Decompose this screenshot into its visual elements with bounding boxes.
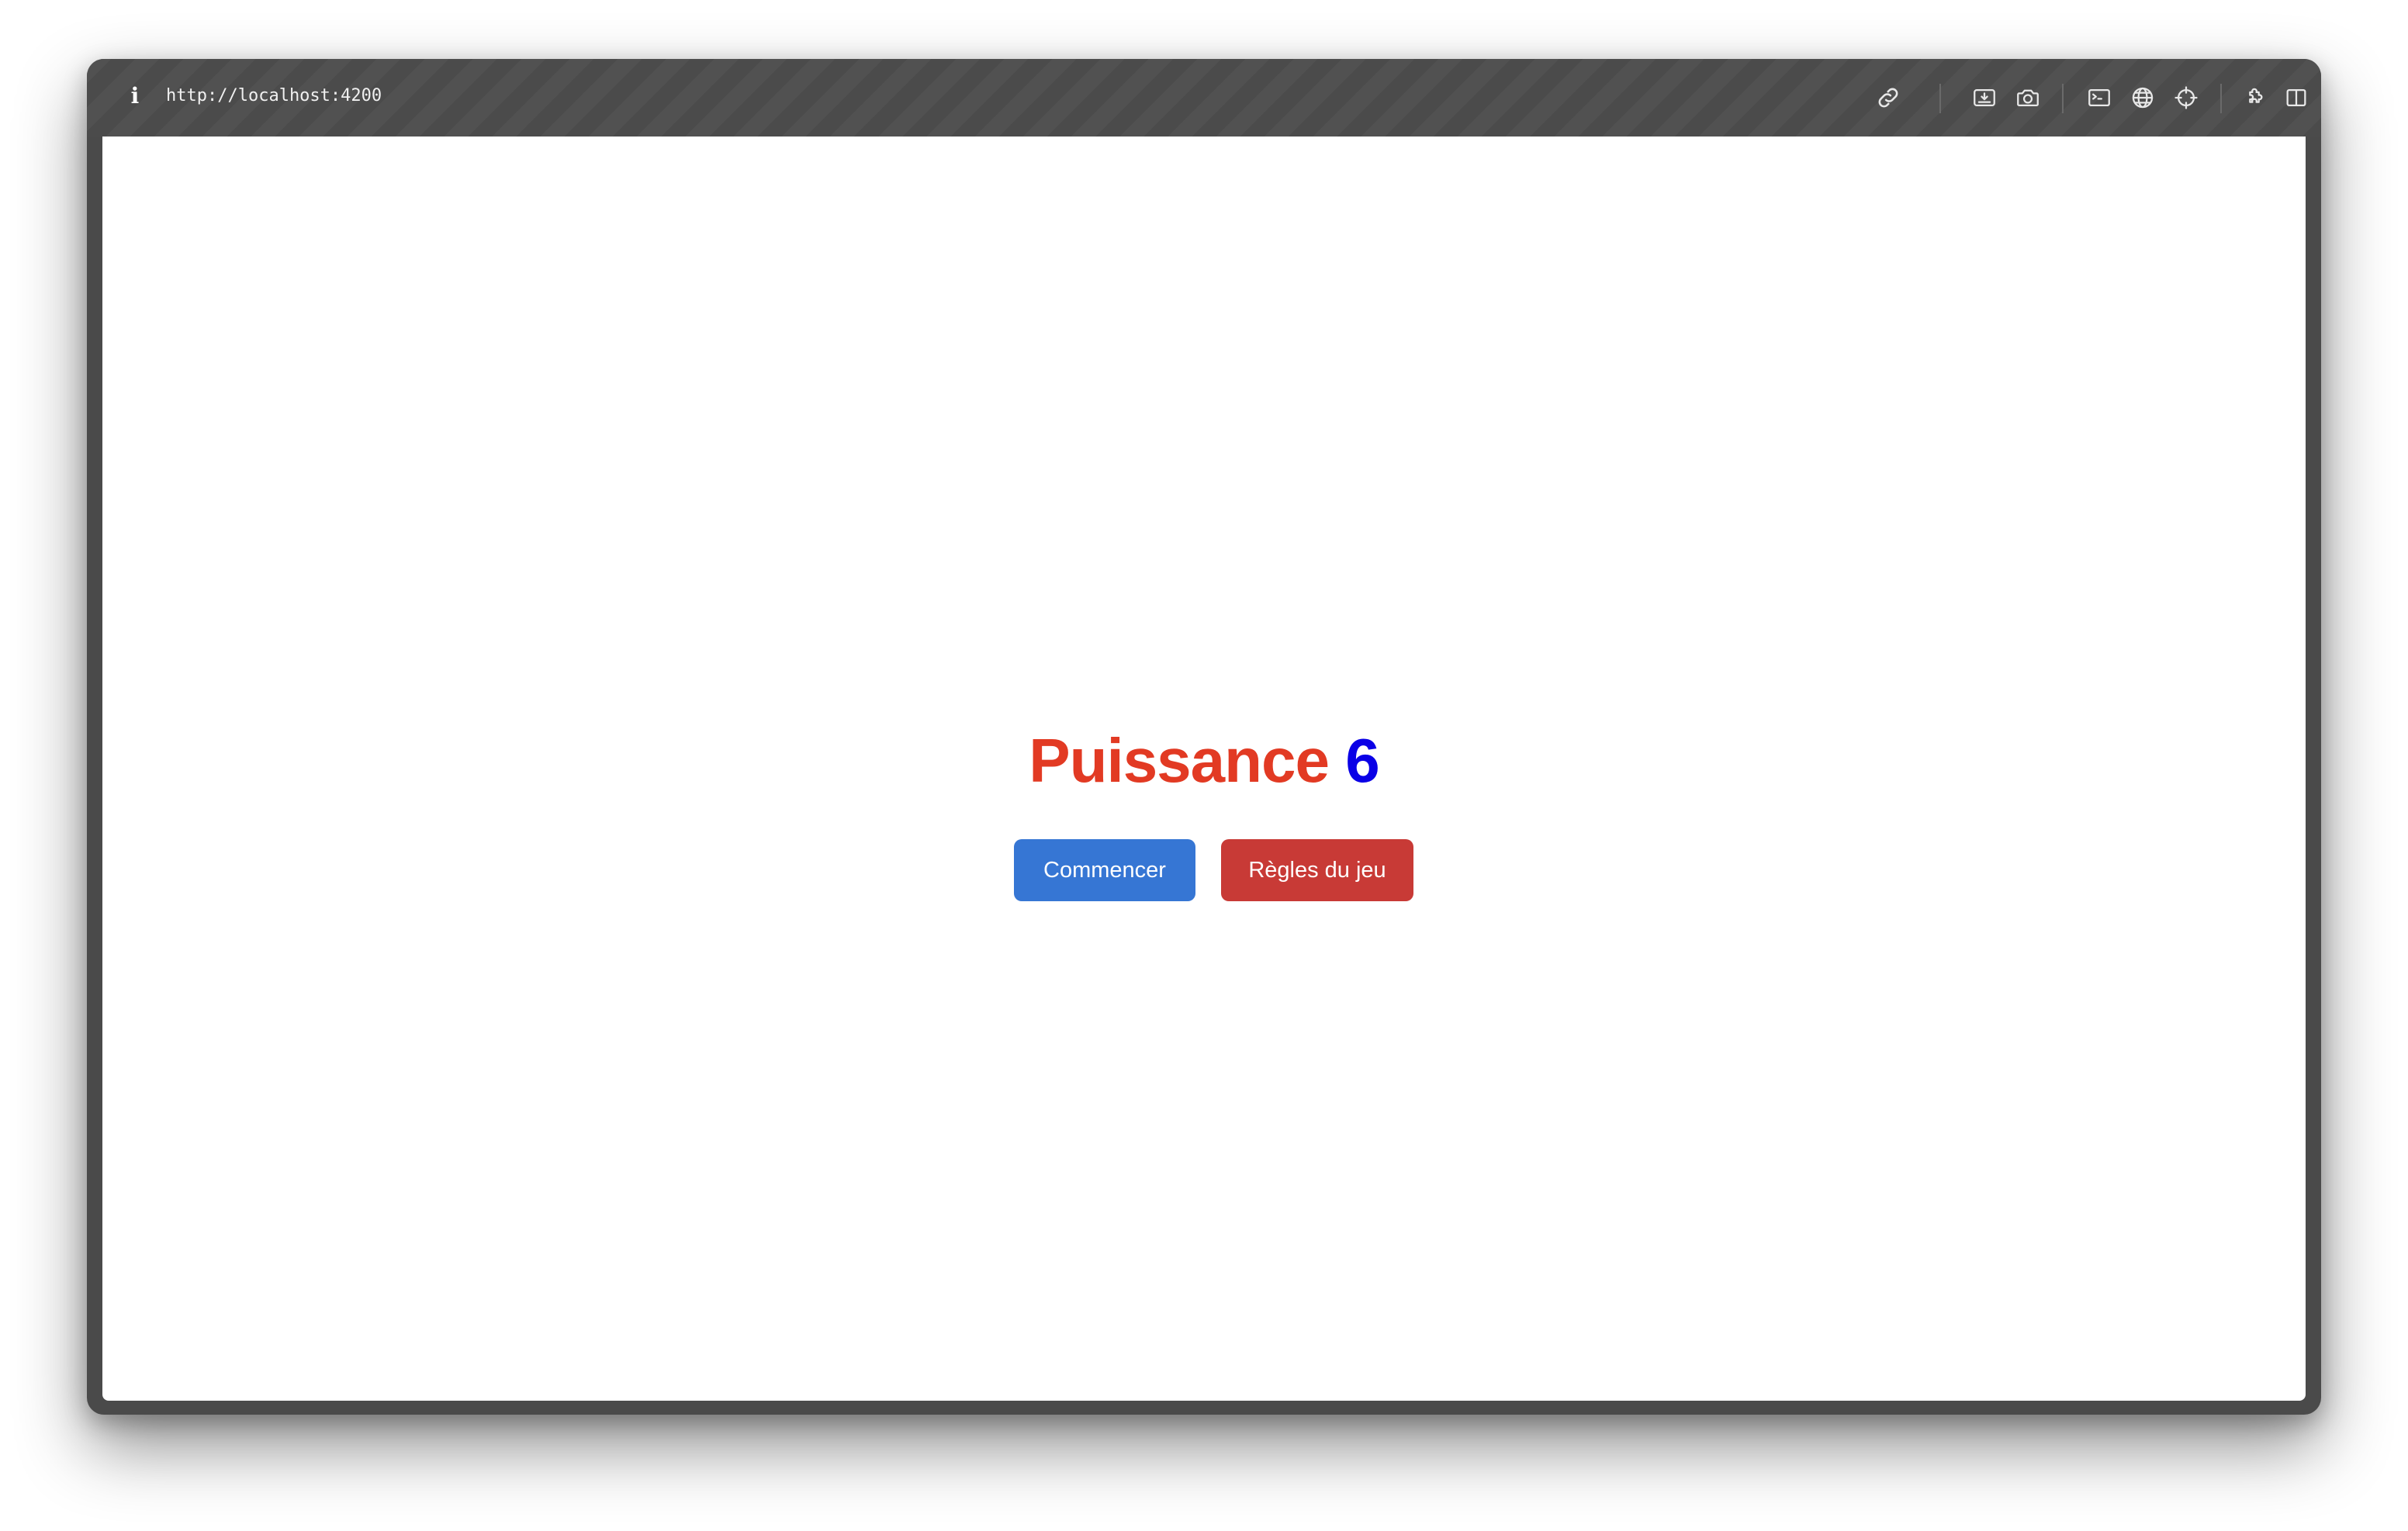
toolbar-divider	[2220, 84, 2222, 113]
toolbar-divider	[1939, 84, 1941, 113]
title-number: 6	[1345, 726, 1379, 795]
screen-capture-icon[interactable]	[1967, 81, 2001, 115]
browser-toolbar: i http://localhost:4200	[87, 59, 2321, 137]
start-button[interactable]: Commencer	[1014, 839, 1195, 901]
page-title: Puissance 6	[102, 722, 2306, 800]
toolbar-divider	[2062, 84, 2064, 113]
home-screen: Puissance 6 Commencer Règles du jeu	[102, 137, 2306, 1401]
sidebar-toggle-icon[interactable]	[2279, 81, 2313, 115]
title-word: Puissance	[1029, 726, 1330, 795]
globe-icon[interactable]	[2126, 81, 2160, 115]
info-icon[interactable]: i	[127, 81, 143, 112]
browser-window: i http://localhost:4200 Puissance 6 Comm…	[87, 59, 2321, 1415]
page-viewport: Puissance 6 Commencer Règles du jeu	[102, 137, 2306, 1401]
link-icon[interactable]	[1871, 81, 1905, 115]
puzzle-icon[interactable]	[2237, 81, 2271, 115]
address-bar-url[interactable]: http://localhost:4200	[166, 81, 382, 112]
crosshair-icon[interactable]	[2169, 81, 2203, 115]
camera-icon[interactable]	[2011, 81, 2045, 115]
rules-button[interactable]: Règles du jeu	[1221, 839, 1413, 901]
terminal-icon[interactable]	[2082, 81, 2116, 115]
